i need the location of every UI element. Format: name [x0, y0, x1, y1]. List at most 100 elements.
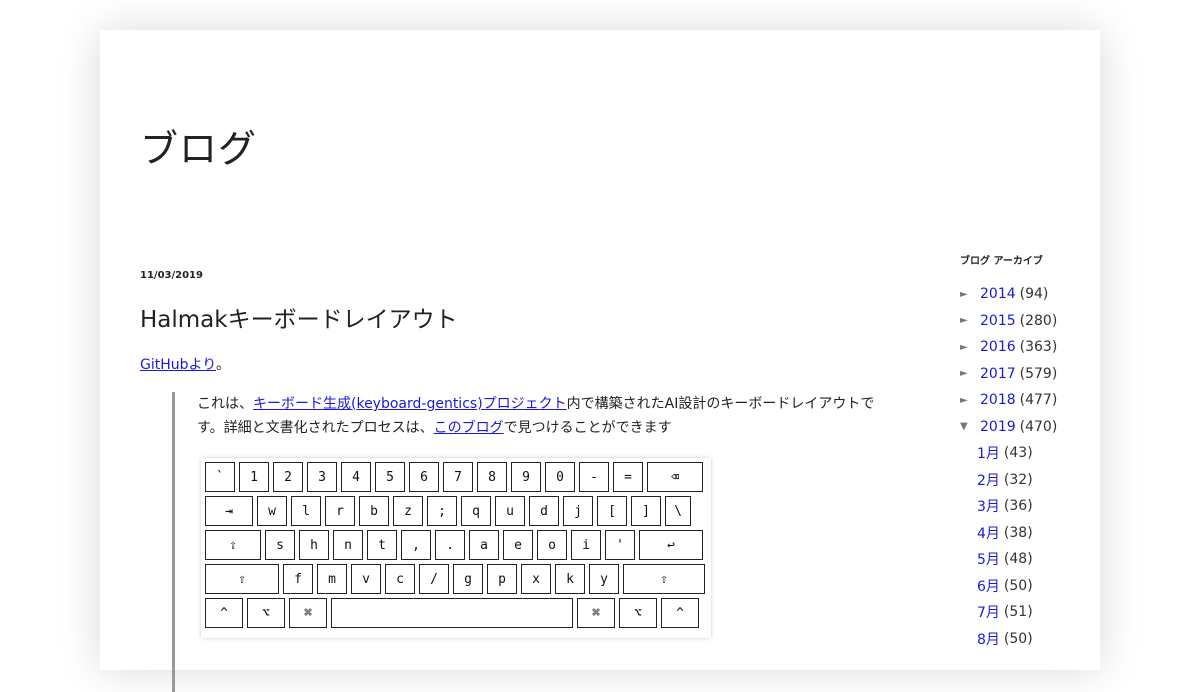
key-cap: /	[419, 564, 449, 594]
archive-year-link[interactable]: 2017	[980, 366, 1016, 382]
archive-count: (363)	[1019, 339, 1058, 356]
github-link[interactable]: GitHubより	[140, 357, 216, 373]
key-cap: ⌘	[289, 598, 327, 628]
archive-count: (50)	[1003, 577, 1033, 594]
key-cap: .	[435, 530, 465, 560]
key-cap: f	[283, 564, 313, 594]
archive-count: (48)	[1003, 551, 1033, 568]
archive-month-item[interactable]: 8月 (50)	[960, 626, 1080, 653]
keyboard-layout-image[interactable]: ` 1 2 3 4 5 6 7 8 9 0- = ⌫ ⇥ w l r b z; q u d j[] \ ⇪ s h n t,. a e o i '…	[201, 458, 711, 638]
archive-year-2016[interactable]: ► 2016 (363)	[960, 334, 1080, 361]
key-cap: ^	[661, 598, 699, 628]
expanded-triangle-icon[interactable]: ▼	[960, 421, 980, 432]
archive-month-link[interactable]: 1月	[977, 443, 1000, 463]
archive-year-2017[interactable]: ► 2017 (579)	[960, 361, 1080, 388]
keyboard-row: ⇥ w l r b z; q u d j[] \	[205, 496, 695, 528]
archive-month-item[interactable]: 5月 (48)	[960, 546, 1080, 573]
key-cap: ⌘	[577, 598, 615, 628]
archive-month-link[interactable]: 6月	[977, 576, 1000, 596]
archive-month-link[interactable]: 7月	[977, 602, 1000, 622]
blog-link[interactable]: このブログ	[434, 420, 504, 436]
archive-year-2014[interactable]: ► 2014 (94)	[960, 281, 1080, 308]
archive-month-item[interactable]: 6月 (50)	[960, 573, 1080, 600]
key-cap: =	[613, 462, 643, 492]
key-cap: 0	[545, 462, 575, 492]
archive-year-link[interactable]: 2019	[980, 419, 1016, 435]
key-cap: 4	[341, 462, 371, 492]
archive-month-link[interactable]: 5月	[977, 549, 1000, 569]
key-cap	[331, 598, 573, 628]
archive-year-link[interactable]: 2015	[980, 313, 1016, 329]
quote-text: これは、キーボード生成(keyboard-gentics)プロジェクト内で構築さ…	[197, 392, 897, 440]
key-cap: a	[469, 530, 499, 560]
key-cap: [	[597, 496, 627, 526]
key-cap: ⇥	[205, 496, 253, 526]
key-cap: h	[299, 530, 329, 560]
keyboard-row: ^ ⌥ ⌘ ⌘ ⌥ ^	[205, 598, 703, 630]
key-cap: 7	[443, 462, 473, 492]
key-cap: o	[537, 530, 567, 560]
archive-month-link[interactable]: 2月	[977, 470, 1000, 490]
key-cap: z	[393, 496, 423, 526]
post-source-suffix: 。	[215, 357, 230, 373]
keyboard-genetics-link[interactable]: キーボード生成(keyboard-gentics)プロジェクト	[253, 396, 567, 412]
key-cap: ⌥	[619, 598, 657, 628]
key-cap: w	[257, 496, 287, 526]
blog-title[interactable]: ブログ	[140, 118, 257, 173]
key-cap: 2	[273, 462, 303, 492]
archive-year-link[interactable]: 2016	[980, 339, 1016, 355]
key-cap: t	[367, 530, 397, 560]
key-cap: m	[317, 564, 347, 594]
key-cap: n	[333, 530, 363, 560]
key-cap: d	[529, 496, 559, 526]
key-cap: p	[487, 564, 517, 594]
archive-year-link[interactable]: 2018	[980, 392, 1016, 408]
keyboard-row: ⇧ f m v c / g p x k y ⇧	[205, 564, 709, 596]
key-cap: i	[571, 530, 601, 560]
collapsed-triangle-icon[interactable]: ►	[960, 342, 980, 353]
archive-month-item[interactable]: 3月 (36)	[960, 493, 1080, 520]
key-cap: ⌫	[647, 462, 703, 492]
key-cap: \	[665, 496, 691, 526]
archive-count: (50)	[1003, 630, 1033, 647]
archive-count: (477)	[1019, 392, 1058, 409]
archive-month-item[interactable]: 2月 (32)	[960, 467, 1080, 494]
blockquote: これは、キーボード生成(keyboard-gentics)プロジェクト内で構築さ…	[172, 392, 897, 692]
key-cap: ,	[401, 530, 431, 560]
key-cap: ;	[427, 496, 457, 526]
key-cap: ]	[631, 496, 661, 526]
blog-archive: ブログ アーカイブ ► 2014 (94) ► 2015 (280) ► 2016 (363) ►…	[960, 252, 1080, 652]
archive-count: (579)	[1019, 365, 1058, 382]
archive-count: (32)	[1003, 471, 1033, 488]
key-cap: 3	[307, 462, 337, 492]
collapsed-triangle-icon[interactable]: ►	[960, 315, 980, 326]
archive-count: (51)	[1003, 604, 1033, 621]
archive-month-item[interactable]: 4月 (38)	[960, 520, 1080, 547]
key-cap: x	[521, 564, 551, 594]
key-cap: c	[385, 564, 415, 594]
collapsed-triangle-icon[interactable]: ►	[960, 395, 980, 406]
key-cap: ^	[205, 598, 243, 628]
quote-text-part1: これは、	[197, 396, 253, 412]
archive-month-link[interactable]: 3月	[977, 496, 1000, 516]
archive-month-link[interactable]: 4月	[977, 523, 1000, 543]
archive-month-link[interactable]: 8月	[977, 629, 1000, 649]
key-cap: ⌥	[247, 598, 285, 628]
archive-month-item[interactable]: 1月 (43)	[960, 440, 1080, 467]
archive-year-2015[interactable]: ► 2015 (280)	[960, 308, 1080, 335]
key-cap: g	[453, 564, 483, 594]
key-cap: '	[605, 530, 635, 560]
archive-year-2019[interactable]: ▼ 2019 (470)	[960, 414, 1080, 441]
key-cap: u	[495, 496, 525, 526]
archive-year-2018[interactable]: ► 2018 (477)	[960, 387, 1080, 414]
archive-count: (280)	[1019, 312, 1058, 329]
key-cap: 8	[477, 462, 507, 492]
collapsed-triangle-icon[interactable]: ►	[960, 289, 980, 300]
post-title[interactable]: Halmakキーボードレイアウト	[140, 300, 458, 334]
key-cap: k	[555, 564, 585, 594]
archive-title: ブログ アーカイブ	[960, 256, 1043, 267]
archive-count: (36)	[1003, 498, 1033, 515]
archive-year-link[interactable]: 2014	[980, 286, 1016, 302]
collapsed-triangle-icon[interactable]: ►	[960, 368, 980, 379]
archive-month-item[interactable]: 7月 (51)	[960, 599, 1080, 626]
